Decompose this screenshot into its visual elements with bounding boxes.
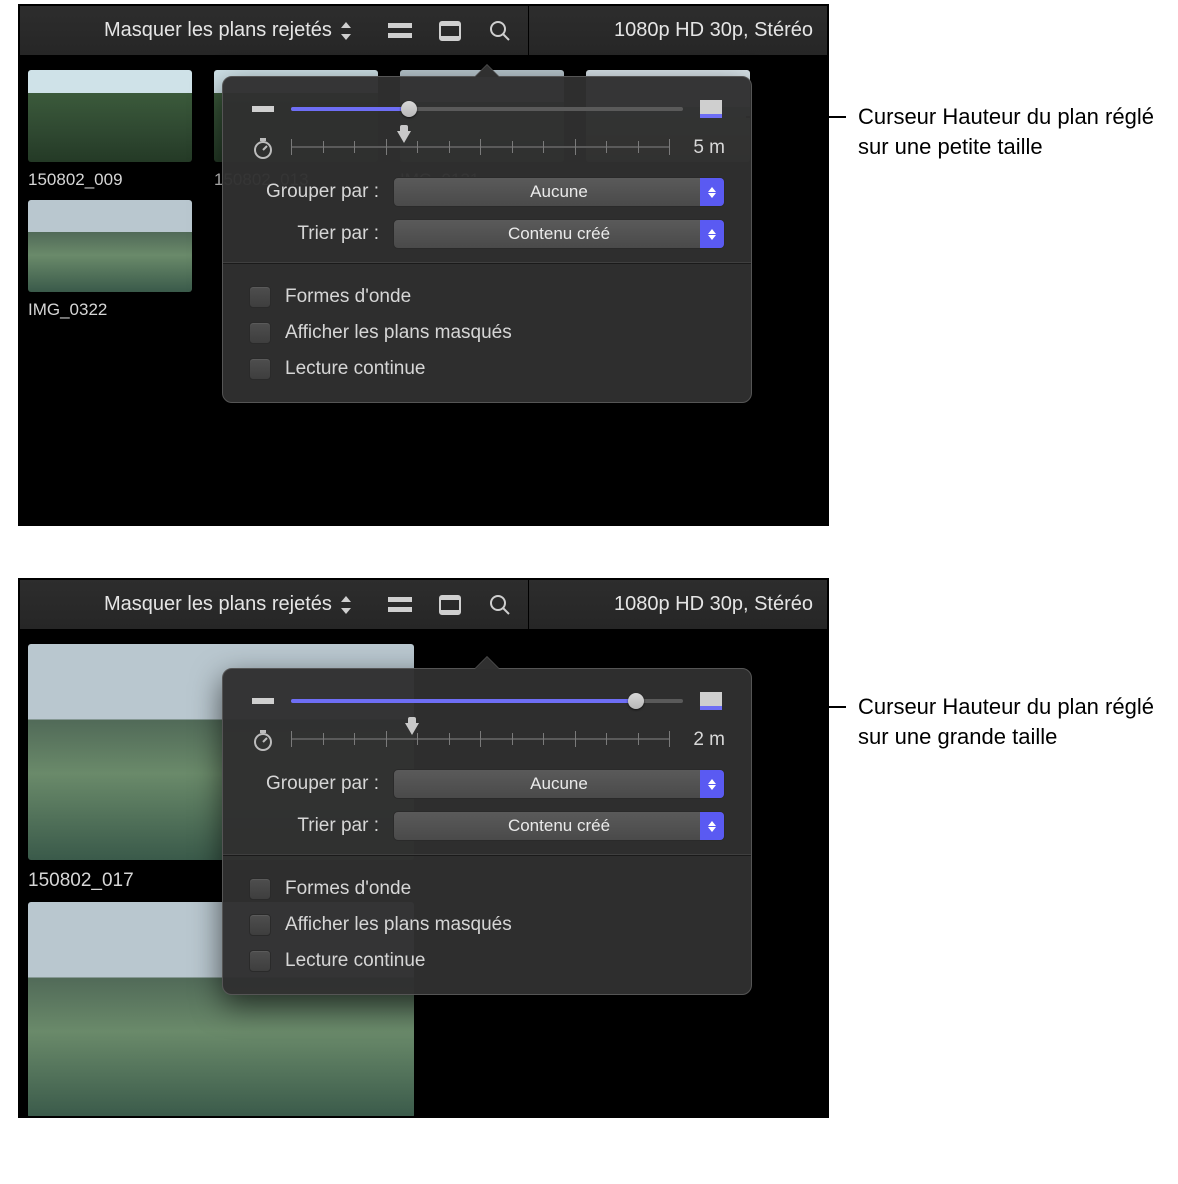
checkbox-icon[interactable] [249,914,271,936]
sort-by-label: Trier par : [249,815,379,837]
callout-large: Curseur Hauteur du plan réglé sur une gr… [858,692,1178,751]
checkbox-icon[interactable] [249,322,271,344]
sort-by-value: Contenu créé [508,224,610,244]
callout-small: Curseur Hauteur du plan réglé sur une pe… [858,102,1178,161]
browser-panel-small: Masquer les plans rejetés 1080p HD 30p, … [18,4,829,526]
browser-toolbar: Masquer les plans rejetés 1080p HD 30p, … [20,580,827,630]
toolbar-icons [386,17,514,45]
popover-arrow-icon [475,65,499,77]
format-label: 1080p HD 30p, Stéréo [614,19,821,42]
browser-toolbar: Masquer les plans rejetés 1080p HD 30p, … [20,6,827,56]
continuous-label: Lecture continue [285,358,426,380]
checkbox-icon[interactable] [249,358,271,380]
clip-height-slider[interactable] [291,107,683,111]
group-by-value: Aucune [530,774,588,794]
clip-height-large-icon [697,99,725,119]
sort-by-label: Trier par : [249,223,379,245]
clip-thumbnail[interactable] [28,70,192,162]
duration-value: 5 m [683,137,725,159]
stopwatch-icon [249,136,277,160]
clip-thumbnail[interactable] [28,200,192,292]
sort-by-dropdown[interactable]: Contenu créé [393,811,725,841]
continuous-checkbox-row[interactable]: Lecture continue [249,358,725,380]
updown-arrows-icon [340,21,352,41]
callout-line [746,706,846,708]
waveforms-label: Formes d'onde [285,286,411,308]
clip-item[interactable]: IMG_0322 [28,200,192,320]
clip-height-slider[interactable] [291,699,683,703]
callout-line [746,116,846,118]
checkbox-icon[interactable] [249,878,271,900]
clip-duration-slider[interactable] [291,133,669,163]
toolbar-divider [528,6,529,56]
group-by-dropdown[interactable]: Aucune [393,177,725,207]
waveforms-checkbox-row[interactable]: Formes d'onde [249,286,725,308]
show-hidden-checkbox-row[interactable]: Afficher les plans masqués [249,322,725,344]
waveforms-label: Formes d'onde [285,878,411,900]
sort-by-dropdown[interactable]: Contenu créé [393,219,725,249]
clip-label: 150802_009 [28,170,192,190]
checkbox-icon[interactable] [249,950,271,972]
format-label: 1080p HD 30p, Stéréo [614,593,821,616]
filter-popup-button[interactable]: Masquer les plans rejetés [96,17,360,44]
checkbox-icon[interactable] [249,286,271,308]
continuous-checkbox-row[interactable]: Lecture continue [249,950,725,972]
filter-popup-button[interactable]: Masquer les plans rejetés [96,591,360,618]
toolbar-icons [386,591,514,619]
updown-arrows-icon [340,595,352,615]
group-by-label: Grouper par : [249,181,379,203]
dropdown-arrows-icon [700,812,724,840]
list-view-icon[interactable] [386,591,414,619]
stopwatch-icon [249,728,277,752]
group-by-label: Grouper par : [249,773,379,795]
clip-height-large-icon [697,691,725,711]
waveforms-checkbox-row[interactable]: Formes d'onde [249,878,725,900]
toolbar-divider [528,580,529,630]
show-hidden-label: Afficher les plans masqués [285,322,512,344]
dropdown-arrows-icon [700,220,724,248]
show-hidden-checkbox-row[interactable]: Afficher les plans masqués [249,914,725,936]
filter-label: Masquer les plans rejetés [104,593,332,616]
group-by-value: Aucune [530,182,588,202]
dropdown-arrows-icon [700,178,724,206]
dropdown-arrows-icon [700,770,724,798]
duration-value: 2 m [683,729,725,751]
list-view-icon[interactable] [386,17,414,45]
show-hidden-label: Afficher les plans masqués [285,914,512,936]
filter-label: Masquer les plans rejetés [104,19,332,42]
clip-item[interactable]: 150802_009 [28,70,192,190]
clip-height-small-icon [249,102,277,116]
filmstrip-icon[interactable] [436,17,464,45]
search-icon[interactable] [486,17,514,45]
clip-appearance-popover: 5 m Grouper par : Aucune Trier par : Con… [222,76,752,403]
clip-duration-slider[interactable] [291,725,669,755]
filmstrip-icon[interactable] [436,591,464,619]
clip-label: IMG_0322 [28,300,192,320]
clip-height-small-icon [249,694,277,708]
continuous-label: Lecture continue [285,950,426,972]
clip-appearance-popover: 2 m Grouper par : Aucune Trier par : Con… [222,668,752,995]
popover-arrow-icon [475,657,499,669]
sort-by-value: Contenu créé [508,816,610,836]
group-by-dropdown[interactable]: Aucune [393,769,725,799]
browser-panel-large: Masquer les plans rejetés 1080p HD 30p, … [18,578,829,1118]
search-icon[interactable] [486,591,514,619]
